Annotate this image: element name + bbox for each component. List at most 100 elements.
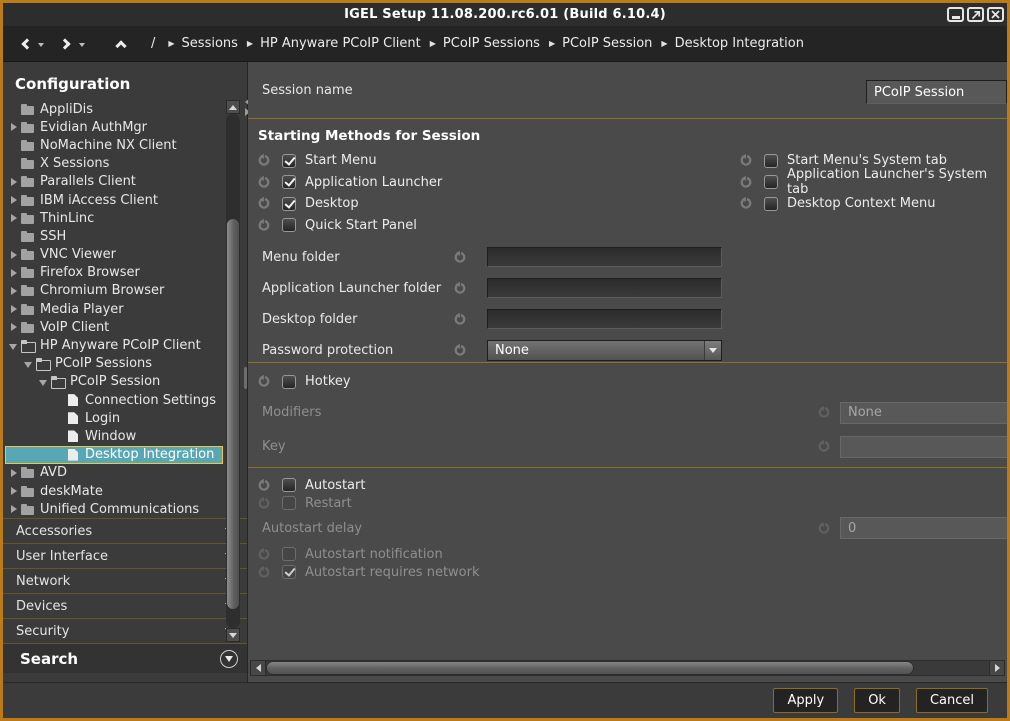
up-button[interactable] bbox=[109, 31, 133, 57]
sidebar-section-accessories[interactable]: Accessories bbox=[3, 518, 247, 543]
tree-item-x-sessions[interactable]: X Sessions bbox=[5, 155, 223, 173]
sidebar-section-network[interactable]: Network bbox=[3, 568, 247, 593]
sidebar-section-user-interface[interactable]: User Interface bbox=[3, 543, 247, 568]
expander-collapsed-icon[interactable] bbox=[8, 304, 21, 314]
desktop-context-menu-checkbox[interactable] bbox=[764, 197, 778, 211]
reset-to-default-icon[interactable] bbox=[257, 219, 270, 232]
reset-to-default-icon[interactable] bbox=[817, 522, 830, 535]
start-menu-s-system-tab-checkbox[interactable] bbox=[764, 154, 778, 168]
tree-item-deskmate[interactable]: deskMate bbox=[5, 482, 223, 500]
scroll-left-button[interactable] bbox=[250, 660, 266, 676]
tree-item-vnc-viewer[interactable]: VNC Viewer bbox=[5, 246, 223, 264]
reset-to-default-icon[interactable] bbox=[453, 251, 466, 264]
expander-expanded-icon[interactable] bbox=[8, 341, 21, 351]
tree-item-connection-settings[interactable]: Connection Settings bbox=[5, 391, 223, 409]
expander-collapsed-icon[interactable] bbox=[8, 286, 21, 296]
tree-item-pcoip-session[interactable]: PCoIP Session bbox=[5, 373, 223, 391]
reset-to-default-icon[interactable] bbox=[257, 375, 270, 388]
breadcrumb-item-pcoip-session[interactable]: PCoIP Session bbox=[562, 36, 652, 51]
expander-expanded-icon[interactable] bbox=[38, 377, 51, 387]
minimize-button[interactable] bbox=[947, 7, 964, 22]
hscrollbar-thumb[interactable] bbox=[266, 661, 914, 675]
application-launcher-checkbox[interactable] bbox=[282, 175, 296, 189]
ok-button[interactable]: Ok bbox=[854, 688, 900, 713]
back-button[interactable] bbox=[13, 31, 37, 57]
reset-to-default-icon[interactable] bbox=[257, 176, 270, 189]
expander-collapsed-icon[interactable] bbox=[8, 268, 21, 278]
tree-item-chromium-browser[interactable]: Chromium Browser bbox=[5, 282, 223, 300]
tree-item-unified-communications[interactable]: Unified Communications bbox=[5, 500, 223, 518]
tree-item-pcoip-sessions[interactable]: PCoIP Sessions bbox=[5, 355, 223, 373]
tree-item-window[interactable]: Window bbox=[5, 427, 223, 445]
tree-item-login[interactable]: Login bbox=[5, 409, 223, 427]
reset-to-default-icon[interactable] bbox=[257, 154, 270, 167]
start-menu-checkbox[interactable] bbox=[282, 154, 296, 168]
hscrollbar-track[interactable] bbox=[266, 660, 989, 676]
maximize-button[interactable] bbox=[967, 7, 984, 22]
tree-item-thinlinc[interactable]: ThinLinc bbox=[5, 209, 223, 227]
reset-to-default-icon[interactable] bbox=[739, 176, 752, 189]
reset-to-default-icon[interactable] bbox=[257, 479, 270, 492]
splitter-handle[interactable] bbox=[244, 367, 247, 389]
reset-to-default-icon[interactable] bbox=[257, 497, 270, 510]
apply-button[interactable]: Apply bbox=[773, 688, 838, 713]
forward-button[interactable] bbox=[54, 31, 78, 57]
select-arrow-button[interactable] bbox=[704, 341, 721, 360]
tree-item-hp-anyware-pcoip-client[interactable]: HP Anyware PCoIP Client bbox=[5, 336, 223, 354]
tree-item-desktop-integration[interactable]: Desktop Integration bbox=[5, 446, 223, 464]
scroll-up-button[interactable] bbox=[226, 100, 240, 114]
expander-collapsed-icon[interactable] bbox=[8, 122, 21, 132]
reset-to-default-icon[interactable] bbox=[739, 154, 752, 167]
search-section[interactable]: Search bbox=[3, 643, 247, 673]
expander-collapsed-icon[interactable] bbox=[8, 213, 21, 223]
desktop-checkbox[interactable] bbox=[282, 197, 296, 211]
reset-to-default-icon[interactable] bbox=[453, 313, 466, 326]
reset-to-default-icon[interactable] bbox=[817, 406, 830, 419]
breadcrumb-item-sessions[interactable]: Sessions bbox=[182, 36, 238, 51]
scroll-right-button[interactable] bbox=[989, 660, 1005, 676]
reset-to-default-icon[interactable] bbox=[453, 344, 466, 357]
expander-collapsed-icon[interactable] bbox=[8, 250, 21, 260]
reset-to-default-icon[interactable] bbox=[739, 197, 752, 210]
scroll-down-button[interactable] bbox=[226, 628, 240, 642]
breadcrumb-item-desktop-integration[interactable]: Desktop Integration bbox=[675, 36, 804, 51]
cancel-button[interactable]: Cancel bbox=[916, 688, 988, 713]
desktop-folder-input[interactable] bbox=[487, 309, 722, 329]
sidebar-section-security[interactable]: Security bbox=[3, 618, 247, 643]
tree-item-voip-client[interactable]: VoIP Client bbox=[5, 318, 223, 336]
session-name-input[interactable] bbox=[866, 80, 1007, 104]
expander-collapsed-icon[interactable] bbox=[8, 486, 21, 496]
tree-item-evidian-authmgr[interactable]: Evidian AuthMgr bbox=[5, 118, 223, 136]
expander-collapsed-icon[interactable] bbox=[8, 177, 21, 187]
search-expand-icon[interactable] bbox=[220, 650, 238, 668]
back-history-caret-icon[interactable] bbox=[38, 43, 44, 47]
tree-item-ibm-iaccess-client[interactable]: IBM iAccess Client bbox=[5, 191, 223, 209]
application-launcher-s-system-tab-checkbox[interactable] bbox=[764, 175, 778, 189]
reset-to-default-icon[interactable] bbox=[257, 566, 270, 579]
tree-item-nomachine-nx-client[interactable]: NoMachine NX Client bbox=[5, 136, 223, 154]
scrollbar-thumb[interactable] bbox=[226, 218, 240, 610]
breadcrumb-item-pcoip-sessions[interactable]: PCoIP Sessions bbox=[443, 36, 540, 51]
quick-start-panel-checkbox[interactable] bbox=[282, 218, 296, 232]
hotkey-checkbox[interactable] bbox=[282, 375, 296, 389]
reset-to-default-icon[interactable] bbox=[817, 440, 830, 453]
tree-item-parallels-client[interactable]: Parallels Client bbox=[5, 173, 223, 191]
breadcrumb-root[interactable]: / bbox=[151, 36, 155, 51]
reset-to-default-icon[interactable] bbox=[257, 197, 270, 210]
close-button[interactable] bbox=[987, 7, 1004, 22]
sidebar-section-devices[interactable]: Devices bbox=[3, 593, 247, 618]
tree-item-applidis[interactable]: AppliDis bbox=[5, 100, 223, 118]
horizontal-scrollbar[interactable] bbox=[250, 660, 1005, 676]
expander-expanded-icon[interactable] bbox=[23, 359, 36, 369]
tree-item-firefox-browser[interactable]: Firefox Browser bbox=[5, 264, 223, 282]
expander-collapsed-icon[interactable] bbox=[8, 468, 21, 478]
password-protection-select[interactable]: None bbox=[487, 340, 722, 361]
menu-folder-input[interactable] bbox=[487, 247, 722, 267]
titlebar[interactable]: IGEL Setup 11.08.200.rc6.01 (Build 6.10.… bbox=[3, 3, 1007, 26]
expander-collapsed-icon[interactable] bbox=[8, 322, 21, 332]
autostart-checkbox[interactable] bbox=[282, 478, 296, 492]
expander-collapsed-icon[interactable] bbox=[8, 195, 21, 205]
forward-history-caret-icon[interactable] bbox=[79, 43, 85, 47]
application-launcher-folder-input[interactable] bbox=[487, 278, 722, 298]
expander-collapsed-icon[interactable] bbox=[8, 504, 21, 514]
